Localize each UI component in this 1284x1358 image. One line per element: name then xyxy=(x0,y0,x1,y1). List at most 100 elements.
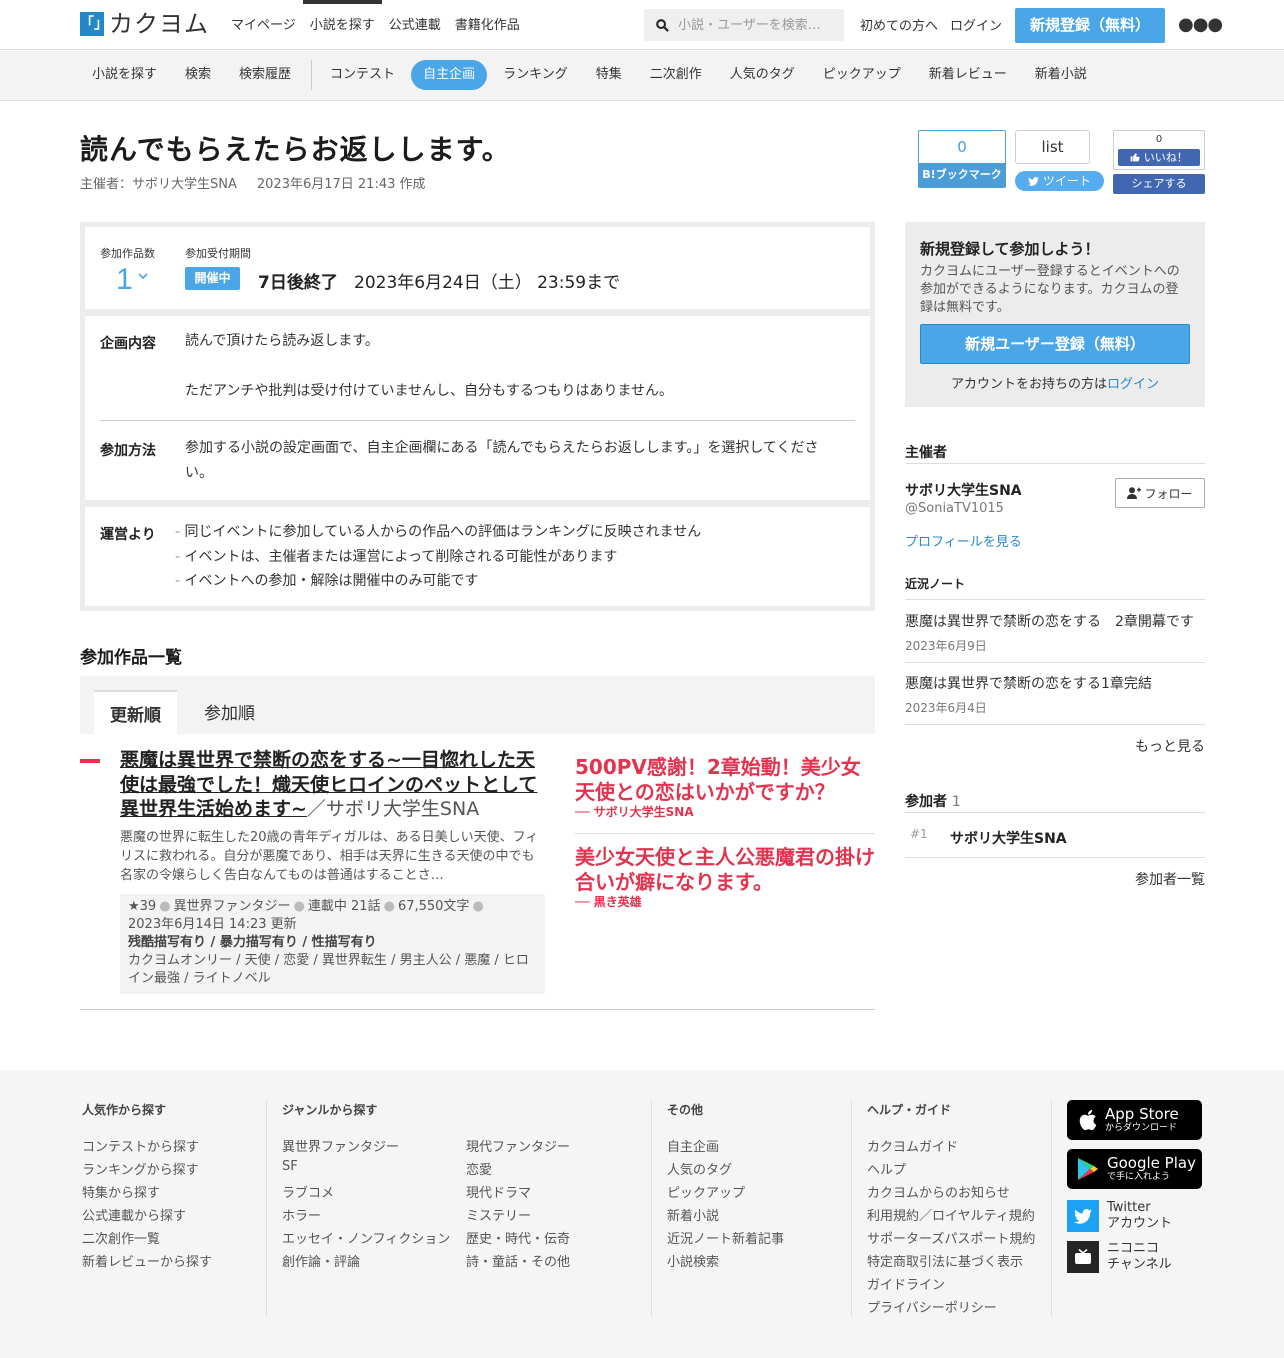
footer-link[interactable]: 歴史・時代・伝奇 xyxy=(466,1228,570,1251)
host-name[interactable]: サボリ大学生SNA xyxy=(905,480,1022,500)
footer-link[interactable]: ヘルプ xyxy=(867,1159,1035,1182)
participants-more-link[interactable]: 参加者一覧 xyxy=(905,869,1205,889)
footer-link[interactable]: 異世界ファンタジー xyxy=(282,1136,450,1159)
participant-name[interactable]: サボリ大学生SNA xyxy=(950,828,1067,848)
footer-link[interactable]: 自主企画 xyxy=(667,1136,784,1159)
work-genre[interactable]: 異世界ファンタジー xyxy=(174,899,291,914)
google-play-badge[interactable]: Google Play で手に入れよう xyxy=(1067,1149,1202,1189)
footer-link[interactable]: SF xyxy=(282,1159,450,1182)
search-icon[interactable] xyxy=(656,18,669,32)
subnav-ranking[interactable]: ランキング xyxy=(491,60,580,90)
notes-more-link[interactable]: もっと見る xyxy=(905,736,1205,756)
footer-link[interactable]: カクヨムからのお知らせ xyxy=(867,1182,1035,1205)
footer-link[interactable]: 小説検索 xyxy=(667,1251,784,1274)
footer-link[interactable]: 二次創作一覧 xyxy=(82,1228,212,1251)
more-menu-icon[interactable]: ●●● xyxy=(1178,14,1223,35)
sidebar-login-link[interactable]: ログイン xyxy=(1107,377,1159,392)
footer-link[interactable]: 恋愛 xyxy=(466,1159,570,1182)
footer-link[interactable]: コンテストから探す xyxy=(82,1136,212,1159)
sub-nav: 小説を探す 検索 検索履歴 コンテスト 自主企画 ランキング 特集 二次創作 人… xyxy=(0,51,1284,101)
niconico-channel-link[interactable]: ニコニコ チャンネル xyxy=(1067,1241,1172,1273)
tweet-button[interactable]: ツイート xyxy=(1015,171,1104,191)
footer-link[interactable]: 特定商取引法に基づく表示 xyxy=(867,1251,1035,1274)
footer-link[interactable]: ラブコメ xyxy=(282,1182,450,1205)
content-text-1: 読んで頂けたら読み返します。 xyxy=(185,333,379,349)
footer-link[interactable]: ガイドライン xyxy=(867,1274,1035,1297)
footer-link[interactable]: 創作論・評論 xyxy=(282,1251,450,1274)
search-box xyxy=(644,9,844,41)
fb-like-button[interactable]: いいね！ xyxy=(1118,149,1200,166)
note-link[interactable]: 悪魔は異世界で禁断の恋をする 2章開幕です xyxy=(905,611,1194,631)
admin-note: イベントは、主催者または運営によって削除される可能性があります xyxy=(175,545,701,570)
signup-button[interactable]: 新規登録（無料） xyxy=(1015,8,1165,43)
subnav-new-novels[interactable]: 新着小説 xyxy=(1023,60,1099,90)
nav-official-serials[interactable]: 公式連載 xyxy=(382,0,448,52)
nav-mypage[interactable]: マイページ xyxy=(224,0,303,52)
content-label: 企画内容 xyxy=(100,336,156,352)
subnav-search[interactable]: 検索 xyxy=(173,60,223,90)
search-input[interactable] xyxy=(678,17,838,33)
footer-link[interactable]: プライバシーポリシー xyxy=(867,1297,1035,1320)
footer-link[interactable]: 特集から探す xyxy=(82,1182,212,1205)
twitter-account-link[interactable]: Twitter アカウント xyxy=(1067,1200,1172,1232)
footer-link[interactable]: 新着小説 xyxy=(667,1205,784,1228)
footer-link[interactable]: 現代ファンタジー xyxy=(466,1136,570,1159)
work-author-link[interactable]: ／サボリ大学生SNA xyxy=(307,798,479,820)
follow-button[interactable]: フォロー xyxy=(1115,478,1205,508)
catchphrase-author: ── サボリ大学生SNA xyxy=(575,805,694,819)
app-store-badge[interactable]: App Store からダウンロード xyxy=(1067,1100,1202,1140)
subnav-search-history[interactable]: 検索履歴 xyxy=(227,60,303,90)
footer-link[interactable]: 近況ノート新着記事 xyxy=(667,1228,784,1251)
footer-link[interactable]: ホラー xyxy=(282,1205,450,1228)
nav-published-works[interactable]: 書籍化作品 xyxy=(448,0,527,52)
chevron-down-icon[interactable] xyxy=(138,273,148,280)
fb-like-label: いいね！ xyxy=(1143,151,1188,164)
register-user-button[interactable]: 新規ユーザー登録（無料） xyxy=(920,324,1190,364)
work-tags[interactable]: カクヨムオンリー / 天使 / 恋愛 / 異世界転生 / 男主人公 / 悪魔 /… xyxy=(128,952,537,988)
beginners-link[interactable]: 初めての方へ xyxy=(860,15,938,34)
catchphrase[interactable]: 500PV感謝！2章始動！美少女天使との恋はいかがですか？ xyxy=(575,755,875,805)
work-marker xyxy=(80,759,100,763)
tab-join-order[interactable]: 参加順 xyxy=(188,690,271,734)
footer-link[interactable]: サポーターズパスポート規約 xyxy=(867,1228,1035,1251)
footer-link[interactable]: 利用規約／ロイヤルティ規約 xyxy=(867,1205,1035,1228)
signup-box-login: アカウントをお持ちの方はログイン xyxy=(905,373,1205,392)
fb-share-button[interactable]: シェアする xyxy=(1113,174,1205,194)
footer-link[interactable]: 人気のタグ xyxy=(667,1159,784,1182)
works-tabs: 更新順 参加順 xyxy=(80,676,875,734)
footer-link[interactable]: 現代ドラマ xyxy=(466,1182,570,1205)
subnav-pickup[interactable]: ピックアップ xyxy=(811,60,913,90)
note-link[interactable]: 悪魔は異世界で禁断の恋をする1章完結 xyxy=(905,673,1152,693)
login-link[interactable]: ログイン xyxy=(950,15,1002,34)
site-logo[interactable]: 「」 カクヨム xyxy=(80,12,209,36)
hatena-bookmark-button[interactable]: 0 B!ブックマーク xyxy=(918,130,1006,188)
subnav-find-novels[interactable]: 小説を探す xyxy=(80,60,169,90)
footer-link[interactable]: 公式連載から探す xyxy=(82,1205,212,1228)
profile-link[interactable]: プロフィールを見る xyxy=(905,531,1022,550)
subnav-features[interactable]: 特集 xyxy=(584,60,634,90)
footer-link[interactable]: ピックアップ xyxy=(667,1182,784,1205)
host-heading-rule xyxy=(905,463,1205,464)
subnav-popular-tags[interactable]: 人気のタグ xyxy=(718,60,807,90)
footer-link[interactable]: カクヨムガイド xyxy=(867,1136,1035,1159)
tab-updated-order[interactable]: 更新順 xyxy=(94,690,177,734)
participants-heading-label: 参加者 xyxy=(905,794,947,810)
footer-link[interactable]: 新着レビューから探す xyxy=(82,1251,212,1274)
hatebu-count: 0 xyxy=(957,138,967,156)
footer-link[interactable]: エッセイ・ノンフィクション xyxy=(282,1228,450,1251)
footer-link[interactable]: ミステリー xyxy=(466,1205,570,1228)
subnav-contest[interactable]: コンテスト xyxy=(318,60,407,90)
subnav-user-events[interactable]: 自主企画 xyxy=(411,60,488,90)
subnav-new-reviews[interactable]: 新着レビュー xyxy=(917,60,1019,90)
entries-count[interactable]: 1 xyxy=(116,263,133,297)
footer-link[interactable]: 詩・童話・その他 xyxy=(466,1251,570,1274)
subnav-fanfiction[interactable]: 二次創作 xyxy=(638,60,714,90)
footer-heading: その他 xyxy=(667,1103,704,1117)
footer-divider xyxy=(266,1101,267,1316)
footer-link[interactable]: ランキングから探す xyxy=(82,1159,212,1182)
subnav-divider xyxy=(311,60,313,90)
nav-find-novels[interactable]: 小説を探す xyxy=(302,0,382,52)
note-date: 2023年6月4日 xyxy=(905,701,987,715)
catchphrase[interactable]: 美少女天使と主人公悪魔君の掛け合いが癖になります。 xyxy=(575,845,875,895)
method-text: 参加する小説の設定画面で、自主企画欄にある「読んでもらえたらお返しします。」を選… xyxy=(185,440,819,481)
